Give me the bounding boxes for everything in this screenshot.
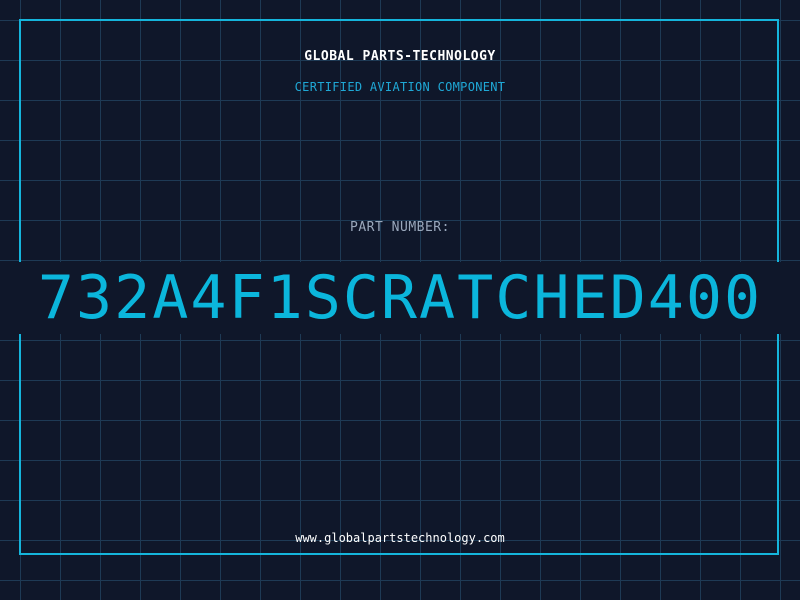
- part-number-label: PART NUMBER:: [350, 220, 450, 235]
- part-number-band: 732A4F1SCRATCHED400: [0, 262, 800, 334]
- certification-subtitle: CERTIFIED AVIATION COMPONENT: [294, 80, 506, 94]
- part-number-value: 732A4F1SCRATCHED400: [37, 263, 763, 333]
- company-name: GLOBAL PARTS-TECHNOLOGY: [304, 49, 496, 64]
- part-label-card: GLOBAL PARTS-TECHNOLOGY CERTIFIED AVIATI…: [0, 0, 800, 600]
- website-url: www.globalpartstechnology.com: [295, 531, 505, 545]
